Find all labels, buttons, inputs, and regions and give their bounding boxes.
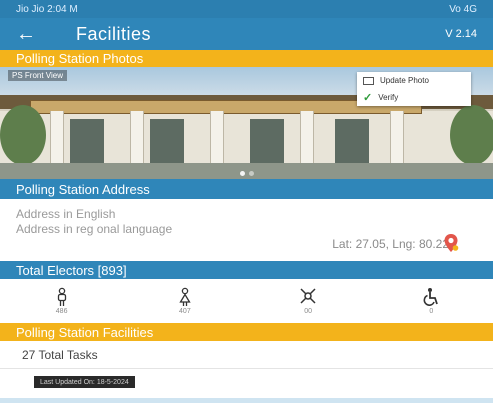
map-pin-icon[interactable] <box>443 233 459 253</box>
app-bar: ← Facilities V 2.14 <box>0 18 493 50</box>
tree <box>0 105 46 165</box>
app-version: V 2.14 <box>445 28 477 40</box>
verify-label: Verify <box>378 93 399 102</box>
building-door <box>150 119 184 163</box>
wheelchair-icon <box>423 288 439 306</box>
status-bar: Jio Jio 2:04 M Vo 4G <box>0 0 493 18</box>
elector-count: 00 <box>304 308 313 315</box>
tree <box>450 105 493 165</box>
electors-row: 486 407 00 0 <box>0 281 493 321</box>
photos-section-header: Polling Station Photos <box>0 50 493 67</box>
update-photo-button[interactable]: Update Photo <box>357 72 471 89</box>
check-icon: ✓ <box>363 92 373 104</box>
building-door <box>250 119 284 163</box>
building-pillar <box>390 111 404 167</box>
address-section-header: Polling Station Address <box>0 179 493 199</box>
status-right: Vo 4G <box>449 3 477 15</box>
photos-section-title: Polling Station Photos <box>16 51 144 66</box>
elector-third-gender[interactable]: 00 <box>278 287 338 315</box>
photo-caption: PS Front View <box>8 70 67 81</box>
carousel-dot[interactable] <box>249 171 254 176</box>
elector-female[interactable]: 407 <box>155 287 215 315</box>
building-pillar <box>210 111 224 167</box>
bottom-edge <box>0 398 493 403</box>
building-pillar <box>300 111 314 167</box>
male-icon <box>57 287 66 306</box>
building-pillar <box>50 111 64 167</box>
facilities-section-header: Polling Station Facilities <box>0 323 493 341</box>
back-button[interactable]: ← <box>16 23 56 46</box>
verify-button[interactable]: ✓ Verify <box>357 89 471 106</box>
elector-count: 486 <box>55 308 68 315</box>
electors-section-header: Total Electors [893] <box>0 261 493 279</box>
elector-count: 407 <box>179 308 191 315</box>
facilities-section-title: Polling Station Facilities <box>16 324 154 340</box>
elector-count: 0 <box>429 308 434 315</box>
elector-pwd[interactable]: 0 <box>401 287 461 315</box>
building-door <box>335 119 369 163</box>
arrow-left-icon: ← <box>16 22 36 45</box>
photo-action-menu: Update Photo ✓ Verify <box>357 72 471 106</box>
status-left: Jio Jio 2:04 M <box>16 3 78 15</box>
building-door <box>70 119 104 163</box>
female-icon <box>179 287 191 306</box>
carousel-dots <box>240 171 254 176</box>
update-photo-label: Update Photo <box>380 76 429 85</box>
divider <box>0 368 493 369</box>
electors-section-title: Total Electors [893] <box>16 262 127 278</box>
lat-lng-text: Lat: 27.05, Lng: 80.22 <box>332 237 449 251</box>
page-title: Facilities <box>76 23 152 44</box>
address-section-title: Polling Station Address <box>16 181 150 197</box>
total-tasks[interactable]: 27 Total Tasks <box>22 348 98 362</box>
address-regional: Address in reg onal language <box>16 222 173 236</box>
building-pillar <box>130 111 144 167</box>
address-english: Address in English <box>16 207 116 221</box>
carousel-dot[interactable] <box>240 171 245 176</box>
elector-male[interactable]: 486 <box>32 287 92 315</box>
third-gender-icon <box>300 288 316 304</box>
camera-icon <box>363 76 374 85</box>
last-updated-badge: Last Updated On: 18-5-2024 <box>34 376 135 388</box>
